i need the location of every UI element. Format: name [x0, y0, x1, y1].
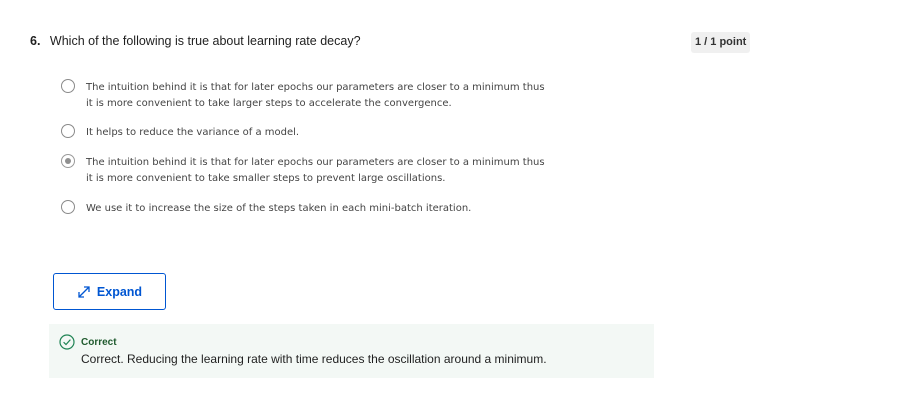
expand-button[interactable]: Expand: [53, 273, 166, 310]
answer-option-1[interactable]: The intuition behind it is that for late…: [61, 79, 556, 112]
points-badge: 1 / 1 point: [691, 32, 751, 53]
option-text-line: It helps to reduce the variance of a mod…: [86, 127, 300, 138]
question-header: 6. Which of the following is true about …: [30, 34, 361, 48]
option-label: We use it to increase the size of the st…: [86, 201, 556, 217]
option-label: The intuition behind it is that for late…: [86, 155, 556, 187]
option-text-line: The intuition behind it is that for late…: [86, 82, 545, 93]
question-text: Which of the following is true about lea…: [49, 34, 361, 48]
feedback-panel: Correct Correct. Reducing the learning r…: [49, 324, 654, 378]
option-text-line: it is more convenient to take smaller st…: [86, 173, 446, 184]
answer-option-4[interactable]: We use it to increase the size of the st…: [61, 200, 556, 217]
option-text-line: The intuition behind it is that for late…: [86, 157, 545, 168]
option-text-line: We use it to increase the size of the st…: [86, 203, 472, 214]
check-circle-icon: [59, 334, 75, 355]
radio-button-selected[interactable]: [61, 154, 75, 168]
question-number: 6.: [30, 34, 41, 48]
option-text-line: it is more convenient to take larger ste…: [86, 98, 452, 109]
radio-button[interactable]: [61, 124, 75, 138]
radio-button[interactable]: [61, 79, 75, 93]
feedback-label: Correct: [81, 337, 117, 348]
answer-option-2[interactable]: It helps to reduce the variance of a mod…: [61, 124, 556, 141]
option-label: The intuition behind it is that for late…: [86, 80, 556, 112]
radio-button[interactable]: [61, 200, 75, 214]
expand-arrows-icon: [77, 285, 91, 299]
option-label: It helps to reduce the variance of a mod…: [86, 125, 556, 141]
expand-label: Expand: [96, 284, 143, 299]
answer-option-3[interactable]: The intuition behind it is that for late…: [61, 154, 556, 187]
feedback-text: Correct. Reducing the learning rate with…: [81, 352, 547, 366]
